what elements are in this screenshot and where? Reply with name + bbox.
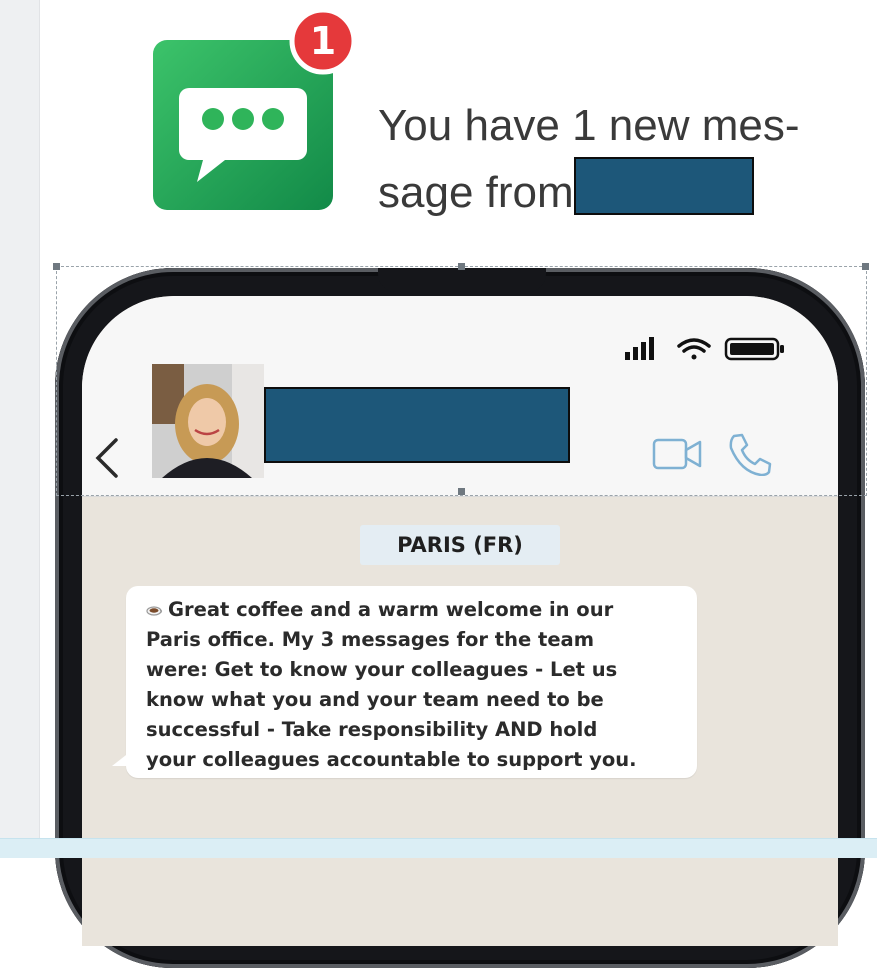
message-bubble[interactable]: Great coffee and a warm welcome in our P… bbox=[126, 586, 697, 778]
message-line-6: your colleagues accountable to support y… bbox=[146, 748, 637, 771]
resize-handle[interactable] bbox=[458, 263, 465, 270]
message-bubble-tail bbox=[112, 752, 130, 766]
notification-badge: 1 bbox=[288, 6, 358, 76]
coffee-cup-icon bbox=[146, 605, 163, 616]
notification-line-1: You have 1 new mes- bbox=[378, 101, 800, 150]
message-line-2: Paris office. My 3 messages for the team bbox=[146, 628, 595, 651]
location-chip: PARIS (FR) bbox=[360, 525, 560, 565]
notification-line-2-text: sage from bbox=[378, 168, 574, 217]
message-line: Great coffee and a warm welcome in our bbox=[146, 595, 685, 625]
notification-text: You have 1 new mes- sage from bbox=[378, 92, 838, 226]
notification-line-2: sage from bbox=[378, 157, 838, 226]
resize-handle[interactable] bbox=[862, 263, 869, 270]
message-text: Great coffee and a warm welcome in our P… bbox=[146, 595, 685, 775]
badge-count: 1 bbox=[309, 19, 337, 63]
message-line-1: Great coffee and a warm welcome in our bbox=[168, 598, 614, 621]
left-gutter bbox=[0, 0, 40, 857]
bottom-strip bbox=[0, 838, 877, 858]
resize-handle[interactable] bbox=[458, 488, 465, 495]
message-line-3: were: Get to know your colleagues - Let … bbox=[146, 658, 618, 681]
selection-frame[interactable] bbox=[56, 266, 867, 496]
message-line-4: know what you and your team need to be bbox=[146, 688, 604, 711]
redacted-sender-name bbox=[573, 157, 754, 215]
resize-handle[interactable] bbox=[53, 263, 60, 270]
message-line-5: successful - Take responsibility AND hol… bbox=[146, 718, 598, 741]
